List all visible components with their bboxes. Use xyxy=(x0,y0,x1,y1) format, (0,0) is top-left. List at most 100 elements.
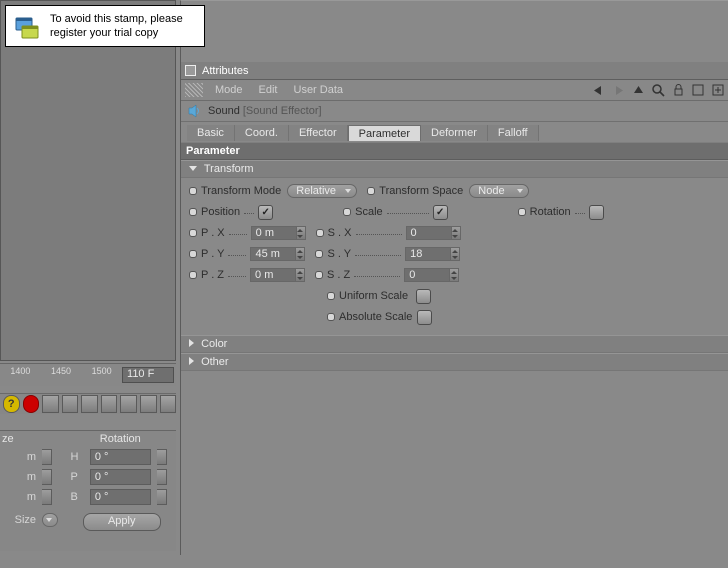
tab-basic[interactable]: Basic xyxy=(187,125,235,141)
param-bullet[interactable] xyxy=(189,271,197,279)
check-absolute-scale[interactable] xyxy=(417,310,432,325)
combo-transform-mode-value: Relative xyxy=(296,185,336,197)
mini-h-value: 0 ° xyxy=(95,451,109,463)
windows-icon xyxy=(14,16,40,42)
tick-1500: 1500 xyxy=(81,364,122,376)
spinner-sx[interactable] xyxy=(451,226,461,240)
grip-icon[interactable] xyxy=(185,83,203,97)
menu-mode[interactable]: Mode xyxy=(207,82,251,98)
tick-1450: 1450 xyxy=(41,364,82,376)
spinner-sy[interactable] xyxy=(450,247,460,261)
mini-size-spinner-2[interactable] xyxy=(42,469,52,485)
param-bullet[interactable] xyxy=(315,250,323,258)
check-position[interactable] xyxy=(258,205,273,220)
param-bullet[interactable] xyxy=(518,208,526,216)
attributes-panel: Attributes Mode Edit User Data xyxy=(180,62,728,555)
disclosure-down-icon xyxy=(189,166,197,171)
current-frame-field[interactable]: 110 F xyxy=(122,367,174,383)
mini-h-spinner[interactable] xyxy=(157,449,167,465)
trial-stamp-tooltip: To avoid this stamp, please register you… xyxy=(5,5,205,47)
search-icon[interactable] xyxy=(651,83,665,97)
trial-stamp-line1: To avoid this stamp, please xyxy=(50,13,183,25)
spinner-pz[interactable] xyxy=(295,268,305,282)
nav-next-icon[interactable] xyxy=(711,83,725,97)
spinner-py[interactable] xyxy=(295,247,305,261)
param-bullet[interactable] xyxy=(367,187,375,195)
viewport-top-left[interactable] xyxy=(0,0,176,361)
mini-b-field[interactable]: 0 ° xyxy=(90,489,151,505)
group-other[interactable]: Other xyxy=(181,353,728,371)
param-bullet[interactable] xyxy=(343,208,351,216)
check-uniform-scale[interactable] xyxy=(416,289,431,304)
mini-size-hdr: ze xyxy=(0,431,39,447)
tool-param-icon[interactable] xyxy=(101,395,118,413)
timeline-ruler[interactable]: 1400 1450 1500 110 F xyxy=(0,363,176,386)
panel-toggle-icon[interactable] xyxy=(185,65,196,76)
param-bullet[interactable] xyxy=(316,229,324,237)
check-scale[interactable] xyxy=(433,205,448,220)
group-transform[interactable]: Transform xyxy=(181,160,728,178)
mini-h-label: H xyxy=(67,447,86,467)
check-rotation[interactable] xyxy=(589,205,604,220)
spinner-sz[interactable] xyxy=(449,268,459,282)
mini-p-field[interactable]: 0 ° xyxy=(90,469,151,485)
field-sy[interactable]: 18 xyxy=(405,247,451,261)
tab-deformer[interactable]: Deformer xyxy=(421,125,488,141)
label-px: P . X xyxy=(201,227,225,239)
lock-icon[interactable] xyxy=(671,83,685,97)
tab-falloff[interactable]: Falloff xyxy=(488,125,539,141)
field-sx-value: 0 xyxy=(411,227,417,239)
param-bullet[interactable] xyxy=(189,208,197,216)
object-header[interactable]: Sound [Sound Effector] xyxy=(181,101,728,122)
mini-p-label: P xyxy=(67,467,86,487)
tool-grid-icon[interactable] xyxy=(120,395,137,413)
menu-userdata[interactable]: User Data xyxy=(286,82,352,98)
group-color[interactable]: Color xyxy=(181,335,728,353)
mini-h-field[interactable]: 0 ° xyxy=(90,449,151,465)
mini-size-combo[interactable] xyxy=(42,513,58,527)
tool-move-icon[interactable] xyxy=(42,395,59,413)
newtag-icon[interactable] xyxy=(691,83,705,97)
field-pz[interactable]: 0 m xyxy=(250,268,296,282)
combo-transform-space[interactable]: Node xyxy=(469,184,529,198)
apply-button[interactable]: Apply xyxy=(83,513,161,531)
field-py[interactable]: 45 m xyxy=(250,247,296,261)
tab-effector[interactable]: Effector xyxy=(289,125,348,141)
mini-p-spinner[interactable] xyxy=(157,469,167,485)
label-transform-space: Transform Space xyxy=(379,185,463,197)
mini-size-spinner-3[interactable] xyxy=(42,489,52,505)
tab-coord[interactable]: Coord. xyxy=(235,125,289,141)
trial-stamp-line2: register your trial copy xyxy=(50,27,158,39)
field-sx[interactable]: 0 xyxy=(406,226,452,240)
mini-b-spinner[interactable] xyxy=(157,489,167,505)
menu-edit[interactable]: Edit xyxy=(251,82,286,98)
tool-autokey-icon[interactable] xyxy=(140,395,157,413)
spinner-px[interactable] xyxy=(296,226,306,240)
tab-row: Basic Coord. Effector Parameter Deformer… xyxy=(181,122,728,142)
record-icon[interactable] xyxy=(23,395,40,413)
field-sz[interactable]: 0 xyxy=(404,268,450,282)
param-bullet[interactable] xyxy=(315,271,323,279)
tool-scale-icon[interactable] xyxy=(62,395,79,413)
attributes-titlebar[interactable]: Attributes xyxy=(181,62,728,80)
param-bullet[interactable] xyxy=(189,229,197,237)
nav-fwd-icon[interactable] xyxy=(611,83,625,97)
label-sy: S . Y xyxy=(327,248,351,260)
combo-transform-space-value: Node xyxy=(478,185,504,197)
tool-rotate-icon[interactable] xyxy=(81,395,98,413)
nav-back-icon[interactable] xyxy=(591,83,605,97)
tab-parameter[interactable]: Parameter xyxy=(348,125,421,141)
mini-size-spinner-1[interactable] xyxy=(42,449,52,465)
tool-scene-icon[interactable] xyxy=(160,395,177,413)
param-bullet[interactable] xyxy=(327,313,335,321)
combo-transform-mode[interactable]: Relative xyxy=(287,184,357,198)
mini-unit-1: m xyxy=(0,447,39,467)
nav-up-icon[interactable] xyxy=(631,83,645,97)
field-sy-value: 18 xyxy=(410,248,422,260)
help-icon[interactable]: ? xyxy=(3,395,20,413)
param-bullet[interactable] xyxy=(327,292,335,300)
param-bullet[interactable] xyxy=(189,187,197,195)
label-sx: S . X xyxy=(328,227,352,239)
param-bullet[interactable] xyxy=(189,250,197,258)
field-px[interactable]: 0 m xyxy=(251,226,297,240)
